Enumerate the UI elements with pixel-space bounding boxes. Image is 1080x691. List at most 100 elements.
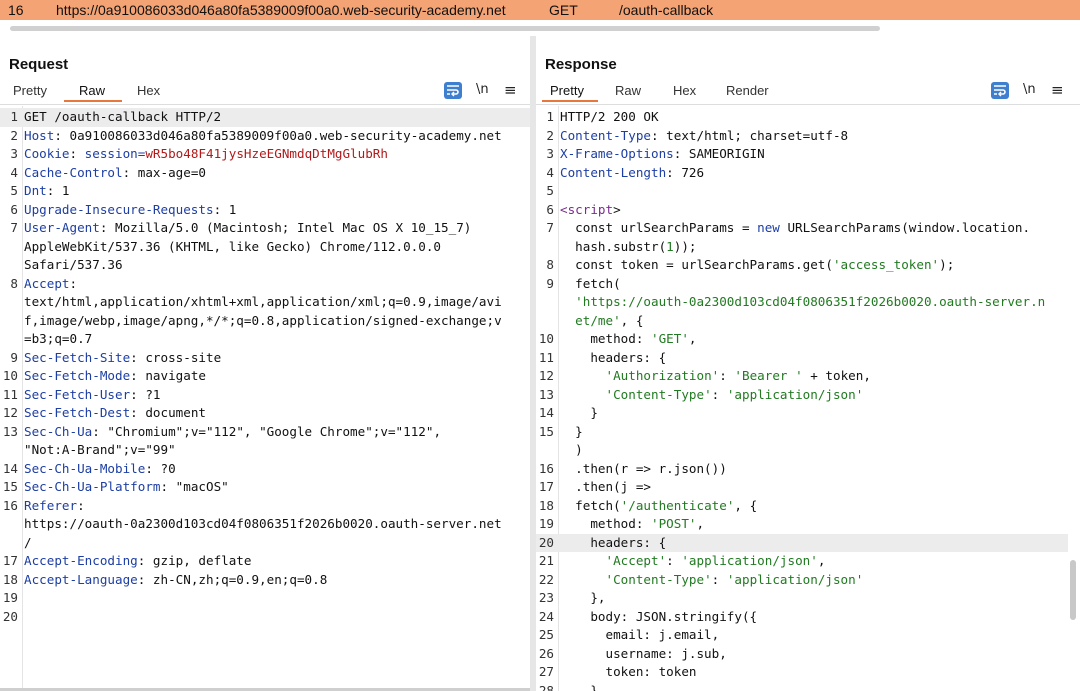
request-line[interactable]: 8 Accept:: [0, 275, 530, 294]
response-line[interactable]: 24 body: JSON.stringify({: [536, 608, 1068, 627]
header-name: Host: [24, 127, 55, 143]
request-line[interactable]: 7 User-Agent: Mozilla/5.0 (Macintosh; Int…: [0, 219, 530, 238]
request-line[interactable]: /: [0, 534, 530, 553]
request-line[interactable]: 13 Sec-Ch-Ua: "Chromium";v="112", "Google…: [0, 423, 530, 442]
scrollbar-thumb[interactable]: [10, 26, 880, 31]
line-number: 15: [538, 423, 554, 439]
request-line[interactable]: 20: [0, 608, 530, 627]
response-line[interactable]: 21 'Accept': 'application/json',: [536, 552, 1068, 571]
response-line[interactable]: hash.substr(1));: [536, 238, 1068, 257]
response-line[interactable]: 12 'Authorization': 'Bearer ' + token,: [536, 367, 1068, 386]
request-line[interactable]: 6 Upgrade-Insecure-Requests: 1: [0, 201, 530, 220]
request-line[interactable]: AppleWebKit/537.36 (KHTML, like Gecko) C…: [0, 238, 530, 257]
tab-hex[interactable]: Hex: [137, 83, 160, 98]
response-scrollbar[interactable]: [1070, 560, 1076, 620]
response-editor[interactable]: 1 HTTP/2 200 OK 2 Content-Type: text/html; …: [536, 106, 1080, 691]
code-token: );: [939, 257, 955, 272]
request-line[interactable]: 1 GET /oauth-callback HTTP/2: [0, 108, 530, 127]
request-line[interactable]: 17 Accept-Encoding: gzip, deflate: [0, 552, 530, 571]
request-line[interactable]: text/html,application/xhtml+xml,applicat…: [0, 293, 530, 312]
request-line[interactable]: f,image/webp,image/apng,*/*;q=0.8,applic…: [0, 312, 530, 331]
response-line[interactable]: 20 headers: {: [536, 533, 1068, 552]
code-token: body: JSON.stringify({: [560, 608, 758, 624]
response-line[interactable]: 22 'Content-Type': 'application/json': [536, 571, 1068, 590]
request-line[interactable]: 9 Sec-Fetch-Site: cross-site: [0, 349, 530, 368]
header-separator: :: [130, 386, 146, 402]
request-line[interactable]: 4 Cache-Control: max-age=0: [0, 164, 530, 183]
line-number: 8: [546, 257, 554, 272]
response-line[interactable]: 'https://oauth-0a2300d103cd04f0806351f20…: [536, 293, 1068, 312]
request-line[interactable]: 5 Dnt: 1: [0, 182, 530, 201]
newline-icon[interactable]: \n: [476, 82, 489, 97]
newline-icon[interactable]: \n: [1023, 82, 1036, 97]
response-line[interactable]: 28 }: [536, 682, 1068, 691]
header-separator: :: [145, 460, 161, 476]
request-line[interactable]: =b3;q=0.7: [0, 330, 530, 349]
header-name: Accept-Language: [24, 571, 138, 587]
header-value: "Not:A-Brand";v="99": [24, 442, 176, 457]
menu-icon[interactable]: ≡: [1051, 81, 1064, 99]
history-row-selected[interactable]: 16 https://0a910086033d046a80fa5389009f0…: [0, 0, 1080, 20]
request-line[interactable]: https://oauth-0a2300d103cd04f0806351f202…: [0, 515, 530, 534]
response-line[interactable]: et/me', {: [536, 312, 1068, 331]
request-line[interactable]: 19: [0, 589, 530, 608]
tab-pretty[interactable]: Pretty: [13, 83, 47, 98]
menu-icon[interactable]: ≡: [504, 81, 517, 99]
response-line[interactable]: 17 .then(j =>: [536, 478, 1068, 497]
line-number: 16: [538, 460, 554, 476]
response-line[interactable]: 3 X-Frame-Options: SAMEORIGIN: [536, 145, 1068, 164]
response-line[interactable]: 1 HTTP/2 200 OK: [536, 108, 1068, 127]
tab-hex[interactable]: Hex: [673, 83, 696, 98]
response-line[interactable]: 14 }: [536, 404, 1068, 423]
response-line[interactable]: 13 'Content-Type': 'application/json': [536, 386, 1068, 405]
header-name: Referer: [24, 497, 78, 513]
request-line[interactable]: 14 Sec-Ch-Ua-Mobile: ?0: [0, 460, 530, 479]
response-line[interactable]: 19 method: 'POST',: [536, 515, 1068, 534]
response-line[interactable]: 16 .then(r => r.json()): [536, 460, 1068, 479]
horizontal-scrollbar[interactable]: [0, 20, 1080, 36]
response-line[interactable]: 5: [536, 182, 1068, 201]
response-line[interactable]: 7 const urlSearchParams = new URLSearchP…: [536, 219, 1068, 238]
header-name: Accept: [24, 275, 70, 291]
tab-raw[interactable]: Raw: [615, 83, 641, 98]
line-number: 1: [10, 109, 18, 124]
response-line[interactable]: 11 headers: {: [536, 349, 1068, 368]
request-line[interactable]: 16 Referer:: [0, 497, 530, 516]
tab-render[interactable]: Render: [726, 83, 769, 98]
request-line[interactable]: 12 Sec-Fetch-Dest: document: [0, 404, 530, 423]
code-token: ,: [817, 553, 826, 568]
request-editor[interactable]: 1 GET /oauth-callback HTTP/2 2 Host: 0a9100…: [0, 106, 530, 691]
response-line[interactable]: 8 const token = urlSearchParams.get('acc…: [536, 256, 1068, 275]
response-line[interactable]: 26 username: j.sub,: [536, 645, 1068, 664]
line-number: 7: [10, 220, 18, 235]
tab-pretty[interactable]: Pretty: [550, 83, 584, 98]
response-pane: Response Pretty Raw Hex Render \n ≡ 1 HTT…: [536, 36, 1080, 691]
response-line[interactable]: 4 Content-Length: 726: [536, 164, 1068, 183]
response-line[interactable]: 15 }: [536, 423, 1068, 442]
response-line[interactable]: 25 email: j.email,: [536, 626, 1068, 645]
request-line[interactable]: 18 Accept-Language: zh-CN,zh;q=0.9,en;q=0…: [0, 571, 530, 590]
response-line[interactable]: 2 Content-Type: text/html; charset=utf-8: [536, 127, 1068, 146]
request-line[interactable]: 2 Host: 0a910086033d046a80fa5389009f00a0.…: [0, 127, 530, 146]
response-line[interactable]: 23 },: [536, 589, 1068, 608]
request-line[interactable]: 10 Sec-Fetch-Mode: navigate: [0, 367, 530, 386]
word-wrap-icon[interactable]: [991, 82, 1009, 99]
response-line[interactable]: 10 method: 'GET',: [536, 330, 1068, 349]
response-line[interactable]: 27 token: token: [536, 663, 1068, 682]
tab-raw[interactable]: Raw: [79, 83, 105, 98]
word-wrap-icon[interactable]: [444, 82, 462, 99]
code-token: 'application/json': [681, 553, 818, 568]
request-line[interactable]: Safari/537.36: [0, 256, 530, 275]
request-line[interactable]: "Not:A-Brand";v="99": [0, 441, 530, 460]
header-name: Sec-Fetch-User: [24, 386, 131, 402]
request-line[interactable]: 15 Sec-Ch-Ua-Platform: "macOS": [0, 478, 530, 497]
request-line[interactable]: 11 Sec-Fetch-User: ?1: [0, 386, 530, 405]
response-line[interactable]: 9 fetch(: [536, 275, 1068, 294]
code-token: }: [560, 423, 583, 439]
code-token: new: [757, 220, 780, 235]
response-line[interactable]: 6 <script>: [536, 201, 1068, 220]
request-line[interactable]: 3 Cookie: session=wR5bo48F41jysHzeEGNmdqD…: [0, 145, 530, 164]
response-line[interactable]: 18 fetch('/authenticate', {: [536, 497, 1068, 516]
response-line[interactable]: ): [536, 441, 1068, 460]
